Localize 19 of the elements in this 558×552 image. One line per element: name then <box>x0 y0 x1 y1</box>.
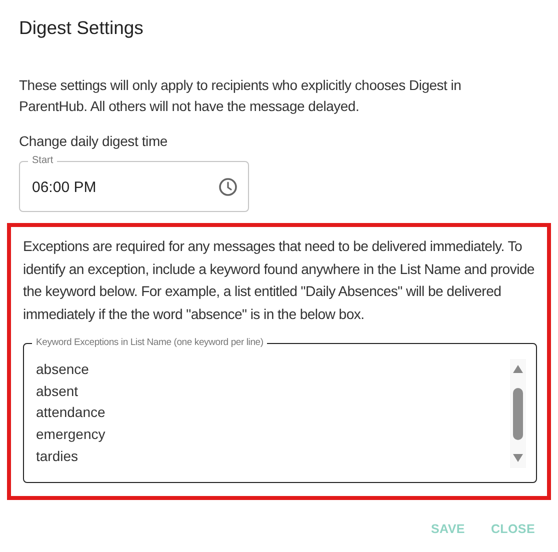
intro-text: These settings will only apply to recipients who explicitly chooses Digest in ParentHub. All others will not have the message delayed. <box>19 76 462 116</box>
dialog-title: Digest Settings <box>19 16 144 40</box>
start-time-field[interactable]: Start 06:00 PM <box>19 155 249 212</box>
keyword-line: tardies <box>36 446 80 466</box>
keyword-line: absent <box>36 382 80 401</box>
field-label: Keyword Exceptions in List Name (one keyword per line) <box>35 337 264 349</box>
clock-icon[interactable] <box>218 177 238 197</box>
keyword-field[interactable]: Keyword Exceptions in List Name (one keyword per line) absence absent attendance emergency tardies <box>23 337 537 483</box>
exceptions-text: Exceptions are required for any messages that need to be delivered immediately. To identify an exception, include a keyword found anywhere in the List Name and provide the keyword below. For example, a list entitled "Daily Absences" will be delivered immediately if the the word "absence" is in the below box. <box>23 237 536 324</box>
keyword-line: absence <box>36 360 90 379</box>
time-value: 06:00 PM <box>32 178 96 196</box>
scroll-down-icon[interactable] <box>513 454 523 462</box>
scroll-thumb[interactable] <box>513 388 523 440</box>
time-label: Change daily digest time <box>19 133 169 149</box>
scrollbar[interactable] <box>510 359 526 468</box>
keyword-line: emergency <box>36 425 106 444</box>
field-label: Start <box>31 155 54 167</box>
scroll-up-icon[interactable] <box>513 365 523 373</box>
keyword-line: attendance <box>36 403 106 422</box>
